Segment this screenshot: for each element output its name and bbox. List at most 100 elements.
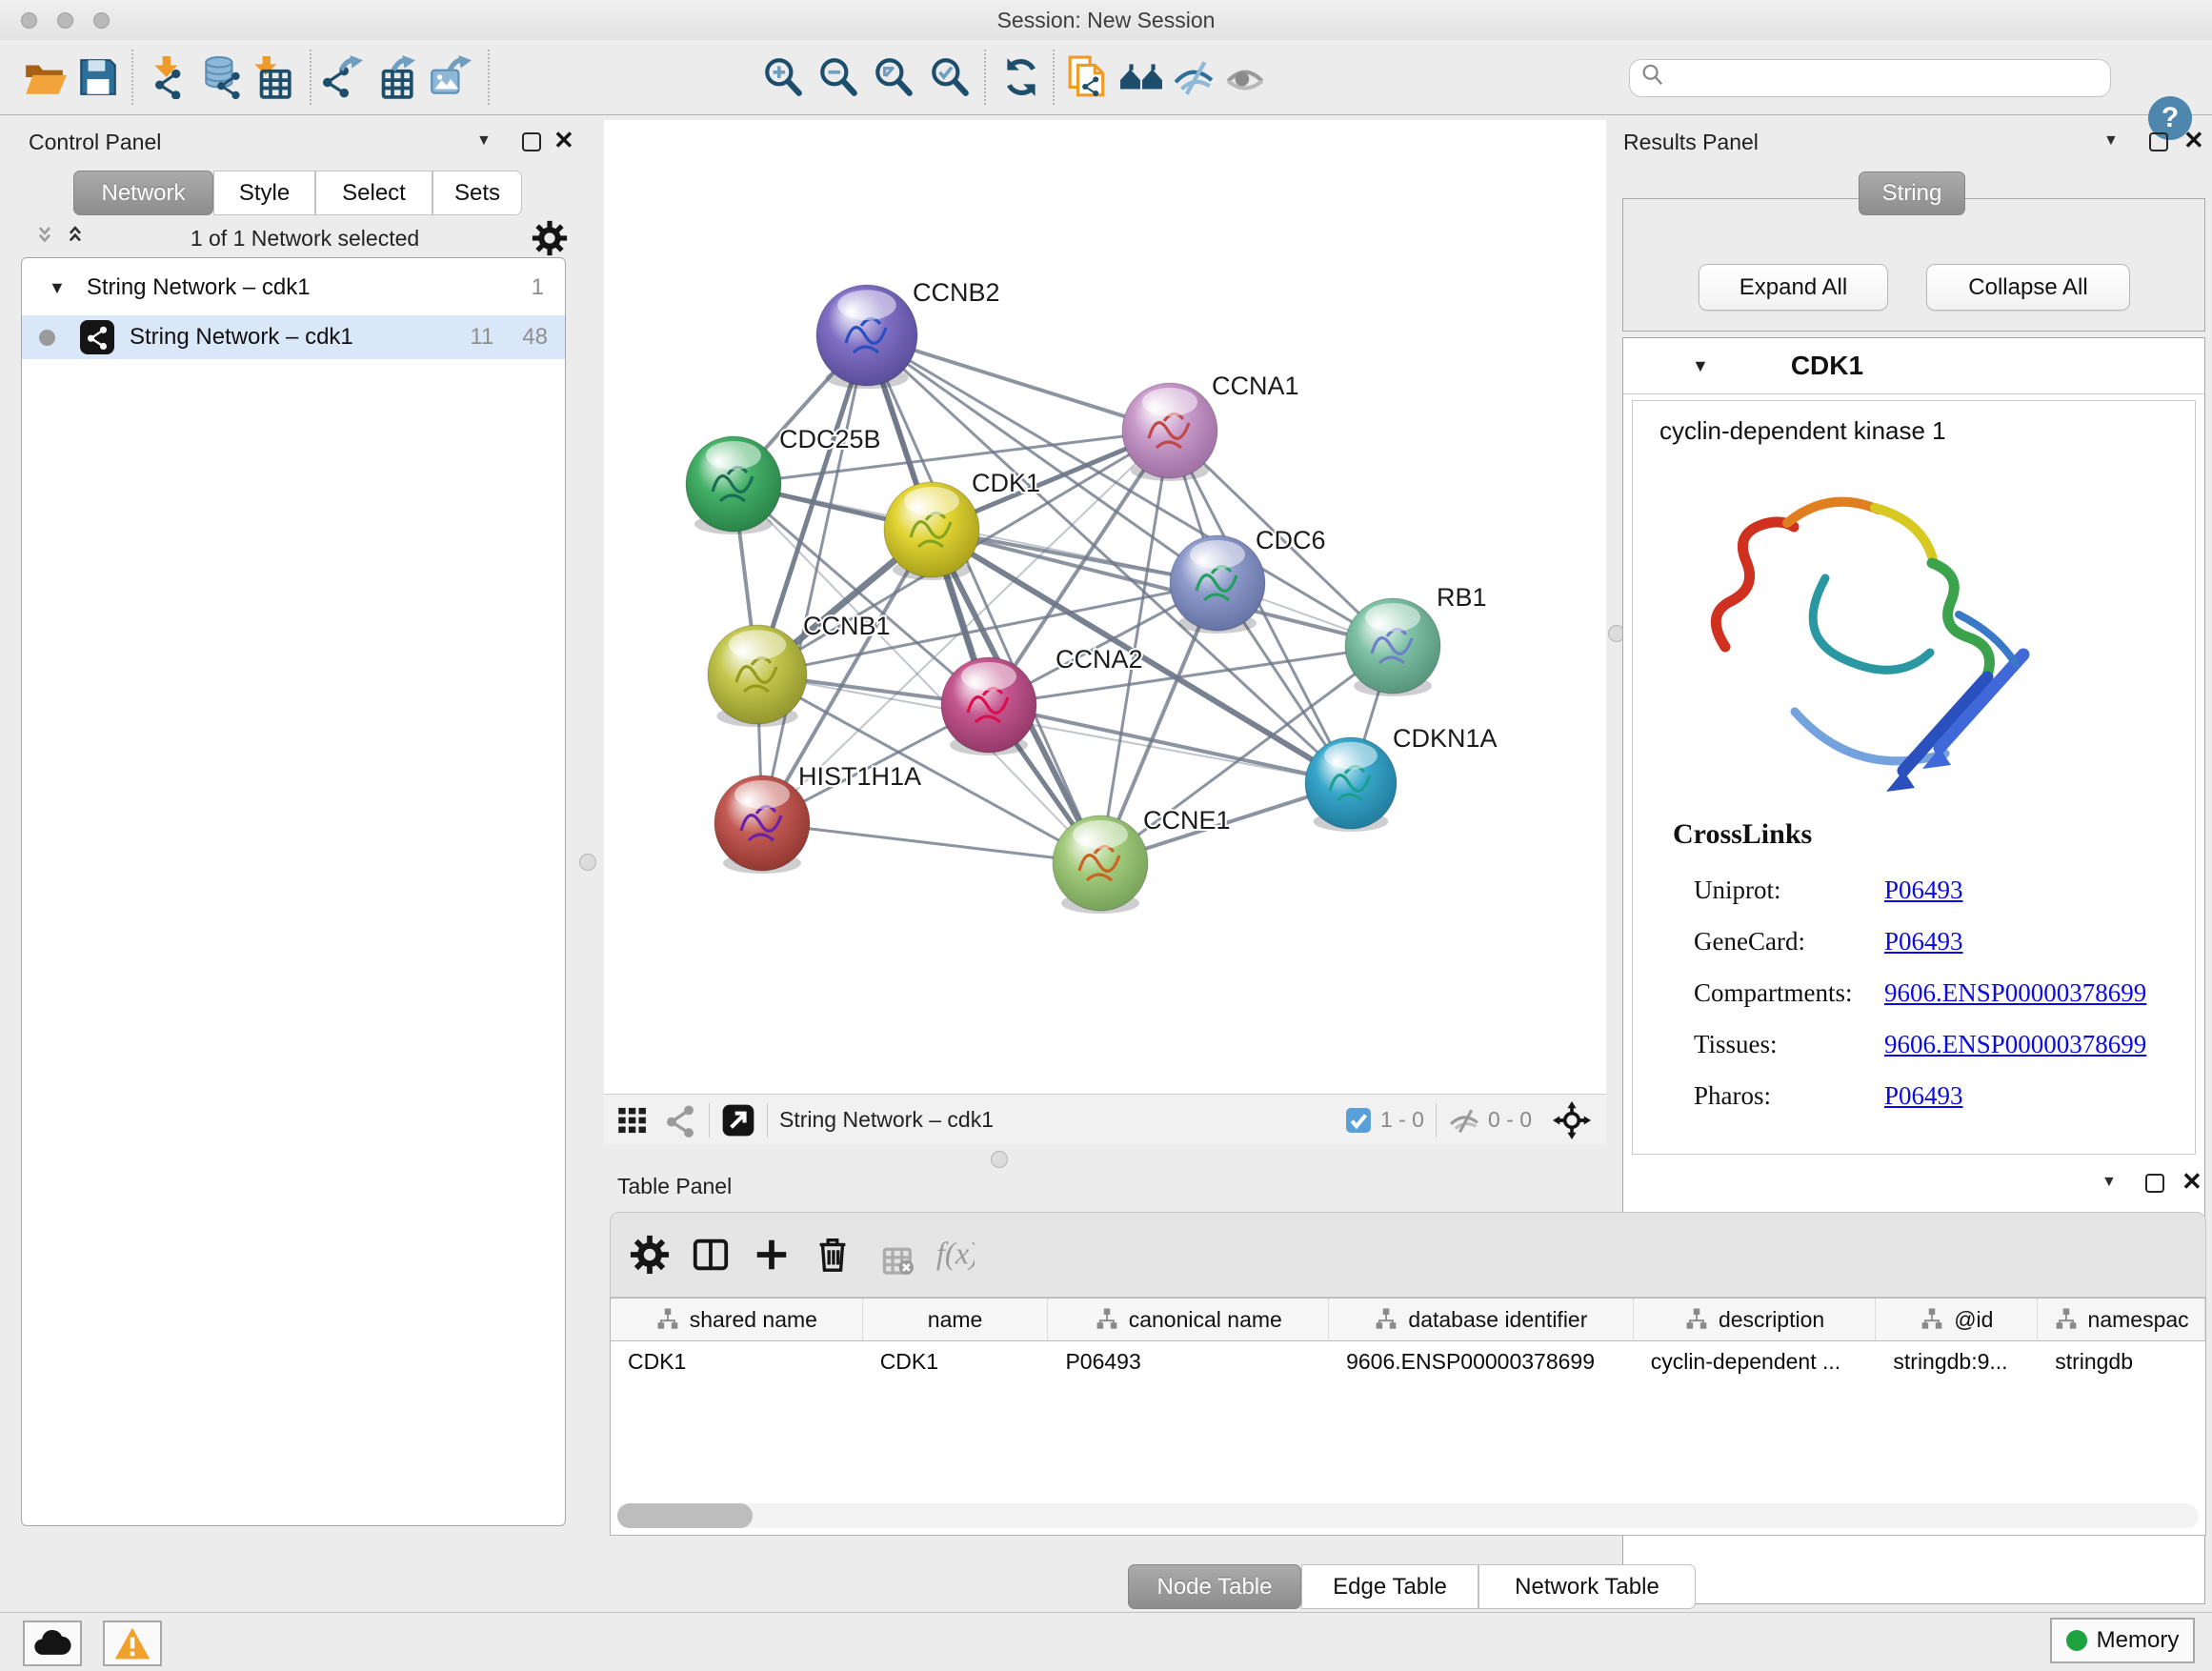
show-graphics-details-icon[interactable] xyxy=(1223,55,1267,99)
network-node-CDKN1A[interactable] xyxy=(1305,737,1397,832)
table-scrollbar-thumb[interactable] xyxy=(617,1503,753,1528)
network-canvas[interactable]: CCNB2CCNA1CDC25BCDK1CDC6RB1CCNB1CCNA2CDK… xyxy=(604,120,1606,1094)
fit-content-icon[interactable] xyxy=(872,55,915,99)
network-node-CCNA1[interactable] xyxy=(1122,383,1217,481)
network-graph[interactable]: CCNB2CCNA1CDC25BCDK1CDC6RB1CCNB1CCNA2CDK… xyxy=(604,120,1606,1094)
expand-all-button[interactable]: Expand All xyxy=(1699,264,1888,311)
tab-network-table[interactable]: Network Table xyxy=(1478,1564,1696,1609)
zoom-selected-icon[interactable] xyxy=(928,55,972,99)
column-header-database-identifier[interactable]: database identifier xyxy=(1329,1299,1634,1340)
table-settings-icon[interactable] xyxy=(630,1235,670,1275)
bottom-splitter-handle[interactable] xyxy=(991,1151,1008,1168)
results-panel-menu-icon[interactable]: ▼ xyxy=(2103,132,2119,150)
network-panel-settings-icon[interactable] xyxy=(532,220,568,256)
control-panel-close-icon[interactable]: ✕ xyxy=(553,132,574,148)
collapse-all-button[interactable]: Collapse All xyxy=(1926,264,2130,311)
import-network-from-database-icon[interactable] xyxy=(199,55,243,99)
network-node-CDC6[interactable] xyxy=(1170,535,1265,634)
network-node-CDK1[interactable] xyxy=(884,482,979,580)
crosslink-link[interactable]: P06493 xyxy=(1884,1081,2195,1111)
protein-section-header[interactable]: ▼ CDK1 xyxy=(1623,338,2204,394)
tab-string[interactable]: String xyxy=(1859,171,1965,215)
table-panel-close-icon[interactable]: ✕ xyxy=(2182,1174,2202,1189)
selected-items-icon[interactable] xyxy=(1344,1106,1373,1135)
collection-expander-icon[interactable]: ▼ xyxy=(49,278,66,298)
memory-button[interactable]: Memory xyxy=(2050,1618,2195,1663)
network-node-CCNB2[interactable] xyxy=(816,285,917,389)
detach-view-icon[interactable] xyxy=(721,1103,755,1137)
cloud-button[interactable] xyxy=(23,1621,82,1666)
string-protein-query-icon[interactable] xyxy=(1066,55,1110,99)
network-node-RB1[interactable] xyxy=(1345,598,1440,696)
export-network-icon[interactable] xyxy=(319,55,363,99)
left-splitter-handle[interactable] xyxy=(579,854,596,871)
edge-CCNB2-HIST1H1A[interactable] xyxy=(762,335,867,823)
apply-layout-icon[interactable] xyxy=(999,55,1043,99)
crosslink-link[interactable]: 9606.ENSP00000378699 xyxy=(1884,1030,2195,1059)
column-header-namespac[interactable]: namespac xyxy=(2038,1299,2205,1340)
zoom-out-icon[interactable] xyxy=(816,55,860,99)
hide-selected-icon[interactable] xyxy=(1172,55,1216,99)
tab-network[interactable]: Network xyxy=(73,171,213,215)
show-columns-icon[interactable] xyxy=(691,1235,731,1275)
warnings-button[interactable] xyxy=(103,1621,162,1666)
tab-node-table[interactable]: Node Table xyxy=(1128,1564,1301,1609)
crosslink-link[interactable]: P06493 xyxy=(1884,927,2195,956)
cell-description[interactable]: cyclin-dependent ... xyxy=(1634,1341,1877,1381)
add-column-icon[interactable] xyxy=(752,1235,792,1275)
edge-HIST1H1A-CCNE1[interactable] xyxy=(762,823,1100,863)
column-header-description[interactable]: description xyxy=(1634,1299,1877,1340)
export-image-icon[interactable] xyxy=(428,55,472,99)
tab-style[interactable]: Style xyxy=(213,171,315,215)
network-collection-row[interactable]: ▼ String Network – cdk1 1 xyxy=(22,258,565,308)
tab-select[interactable]: Select xyxy=(315,171,432,215)
network-list: ▼ String Network – cdk1 1 String Network… xyxy=(21,257,566,1526)
import-table-from-file-icon[interactable] xyxy=(250,55,293,99)
netbar-separator xyxy=(709,1103,710,1137)
cell-shared-name[interactable]: CDK1 xyxy=(611,1341,863,1381)
network-node-CCNA2[interactable] xyxy=(941,657,1036,755)
tab-sets[interactable]: Sets xyxy=(432,171,522,215)
fit-selected-icon[interactable] xyxy=(1553,1101,1591,1139)
control-panel-float-icon[interactable] xyxy=(522,132,541,151)
delete-column-icon[interactable] xyxy=(813,1235,853,1275)
birds-eye-view-icon[interactable] xyxy=(615,1103,650,1137)
table-horizontal-scrollbar[interactable] xyxy=(617,1503,2199,1528)
cell-canonical-name[interactable]: P06493 xyxy=(1048,1341,1329,1381)
control-panel-menu-icon[interactable]: ▼ xyxy=(476,132,492,150)
network-row[interactable]: String Network – cdk1 11 48 xyxy=(22,315,565,359)
save-session-icon[interactable] xyxy=(76,55,120,99)
network-node-HIST1H1A[interactable] xyxy=(714,775,810,874)
network-overview-icon[interactable] xyxy=(663,1103,697,1137)
cell-database-identifier[interactable]: 9606.ENSP00000378699 xyxy=(1329,1341,1634,1381)
import-network-from-file-icon[interactable] xyxy=(148,55,191,99)
network-node-CCNB1[interactable] xyxy=(708,625,807,727)
cell-namespac[interactable]: stringdb xyxy=(2038,1341,2205,1381)
search-box[interactable] xyxy=(1629,59,2111,97)
edge-RB1-CCNA2[interactable] xyxy=(989,646,1393,705)
cell--id[interactable]: stringdb:9... xyxy=(1876,1341,2038,1381)
column-header-name[interactable]: name xyxy=(863,1299,1049,1340)
tab-edge-table[interactable]: Edge Table xyxy=(1301,1564,1478,1609)
column-header--id[interactable]: @id xyxy=(1876,1299,2038,1340)
column-header-shared-name[interactable]: shared name xyxy=(611,1299,863,1340)
collapse-all-networks-icon[interactable] xyxy=(36,223,63,250)
results-panel-close-icon[interactable]: ✕ xyxy=(2183,132,2204,148)
search-input[interactable] xyxy=(1672,65,2095,91)
cell-name[interactable]: CDK1 xyxy=(863,1341,1049,1381)
zoom-in-icon[interactable] xyxy=(761,55,805,99)
table-row[interactable]: CDK1CDK1P064939606.ENSP00000378699cyclin… xyxy=(611,1341,2205,1381)
results-panel-float-icon[interactable] xyxy=(2149,132,2168,151)
table-panel-float-icon[interactable] xyxy=(2145,1174,2164,1193)
protein-expander-icon[interactable]: ▼ xyxy=(1692,356,1709,376)
network-node-CCNE1[interactable] xyxy=(1053,815,1148,914)
network-node-CDC25B[interactable] xyxy=(686,436,781,534)
crosslink-link[interactable]: P06493 xyxy=(1884,876,2195,905)
open-session-icon[interactable] xyxy=(23,55,67,99)
export-table-icon[interactable] xyxy=(372,55,415,99)
crosslink-link[interactable]: 9606.ENSP00000378699 xyxy=(1884,978,2195,1008)
expand-all-networks-icon[interactable] xyxy=(67,223,93,250)
table-panel-menu-icon[interactable]: ▼ xyxy=(2101,1174,2117,1191)
home-icon[interactable] xyxy=(1119,55,1163,99)
column-header-canonical-name[interactable]: canonical name xyxy=(1048,1299,1329,1340)
